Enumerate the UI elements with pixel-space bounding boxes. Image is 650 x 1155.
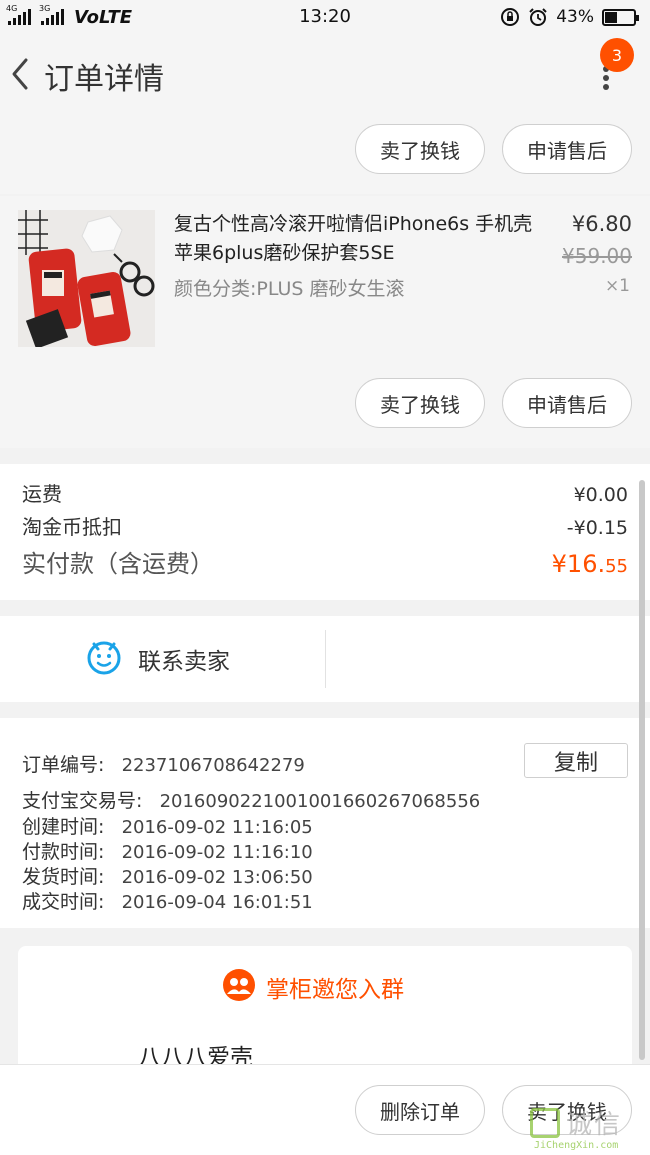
total-value-cents: 55	[605, 556, 628, 577]
product-price: ¥6.80	[571, 212, 632, 236]
contact-seller-button[interactable]: 联系卖家	[138, 642, 230, 676]
completed-time: 2016-09-04 16:01:51	[121, 892, 313, 913]
coin-discount-label: 淘金币抵扣	[22, 515, 122, 539]
battery-icon	[602, 8, 639, 26]
sell-button[interactable]: 卖了换钱	[355, 378, 485, 428]
notification-badge: 3	[600, 38, 634, 72]
status-bar: 4G 3G VoLTE 13:20 43%	[0, 0, 650, 34]
after-sale-button-top[interactable]: 申请售后	[502, 124, 632, 174]
total-value: ¥16.55	[552, 550, 628, 578]
contact-section: 联系卖家	[0, 616, 650, 702]
page-title: 订单详情	[44, 62, 164, 97]
product-spec: 颜色分类:PLUS 磨砂女生滚	[174, 278, 405, 300]
alipay-row: 支付宝交易号: 2016090221001001660267068556	[22, 786, 480, 813]
chat-smile-icon[interactable]	[86, 640, 122, 676]
coin-discount-value: -¥0.15	[566, 517, 628, 539]
shipped-row: 发货时间: 2016-09-02 13:06:50	[22, 862, 313, 889]
shipped-label: 发货时间:	[22, 866, 105, 888]
cost-summary: 运费 ¥0.00 淘金币抵扣 -¥0.15 实付款（含运费） ¥16.55	[0, 464, 650, 600]
total-row: 实付款（含运费） ¥16.55	[22, 544, 628, 579]
header: 订单详情 3	[0, 34, 650, 120]
total-label: 实付款（含运费）	[22, 550, 214, 578]
alarm-icon	[529, 8, 547, 26]
watermark-text: 诚信	[566, 1110, 623, 1140]
status-icons: 43%	[500, 5, 639, 29]
paid-row: 付款时间: 2016-09-02 11:16:10	[22, 837, 313, 864]
order-number-label: 订单编号:	[22, 754, 105, 776]
paid-label: 付款时间:	[22, 841, 105, 863]
shipping-label: 运费	[22, 482, 62, 506]
watermark-logo	[530, 1108, 560, 1138]
created-label: 创建时间:	[22, 816, 105, 838]
alipay-number: 2016090221001001660267068556	[159, 791, 481, 812]
total-value-main: ¥16.	[551, 550, 606, 578]
delete-order-button[interactable]: 删除订单	[355, 1085, 485, 1135]
back-arrow-icon[interactable]	[6, 54, 36, 94]
completed-label: 成交时间:	[22, 891, 105, 913]
scrollbar[interactable]	[639, 480, 645, 1060]
product-title[interactable]: 复古个性高冷滚开啦情侣iPhone6s 手机壳 苹果6plus磨砂保护套5SE	[174, 210, 534, 268]
after-sale-button[interactable]: 申请售后	[502, 378, 632, 428]
alipay-label: 支付宝交易号:	[22, 790, 143, 812]
completed-row: 成交时间: 2016-09-04 16:01:51	[22, 887, 313, 914]
shipping-value: ¥0.00	[573, 484, 628, 506]
battery-fill	[605, 11, 618, 23]
created-time: 2016-09-02 11:16:05	[121, 817, 313, 838]
group-invite-title: 掌柜邀您入群	[266, 977, 404, 1003]
watermark: 诚信 JiChengXin.com	[530, 1102, 650, 1155]
group-invite-card[interactable]: 掌柜邀您入群 八八八爱壳	[18, 946, 632, 1076]
created-row: 创建时间: 2016-09-02 11:16:05	[22, 812, 313, 839]
order-number: 2237106708642279	[121, 755, 305, 776]
copy-button[interactable]: 复制	[524, 743, 628, 778]
paid-time: 2016-09-02 11:16:10	[121, 842, 313, 863]
order-number-row: 订单编号: 2237106708642279	[22, 750, 305, 777]
group-icon	[223, 969, 255, 1001]
order-info: 订单编号: 2237106708642279 复制 支付宝交易号: 201609…	[0, 718, 650, 928]
divider	[325, 630, 326, 688]
product-thumbnail[interactable]	[18, 210, 155, 347]
sell-button-top[interactable]: 卖了换钱	[355, 124, 485, 174]
watermark-subtext: JiChengXin.com	[534, 1140, 619, 1151]
product-card[interactable]: 复古个性高冷滚开啦情侣iPhone6s 手机壳 苹果6plus磨砂保护套5SE …	[0, 196, 650, 448]
product-quantity: ×1	[604, 276, 630, 296]
shipped-time: 2016-09-02 13:06:50	[121, 867, 313, 888]
shipping-row: 运费 ¥0.00	[22, 478, 628, 507]
product-original-price: ¥59.00	[562, 244, 632, 268]
battery-percent: 43%	[556, 7, 594, 27]
coin-discount-row: 淘金币抵扣 -¥0.15	[22, 511, 628, 540]
rotation-lock-icon	[501, 8, 520, 26]
top-actions: 卖了换钱 申请售后	[0, 120, 650, 194]
